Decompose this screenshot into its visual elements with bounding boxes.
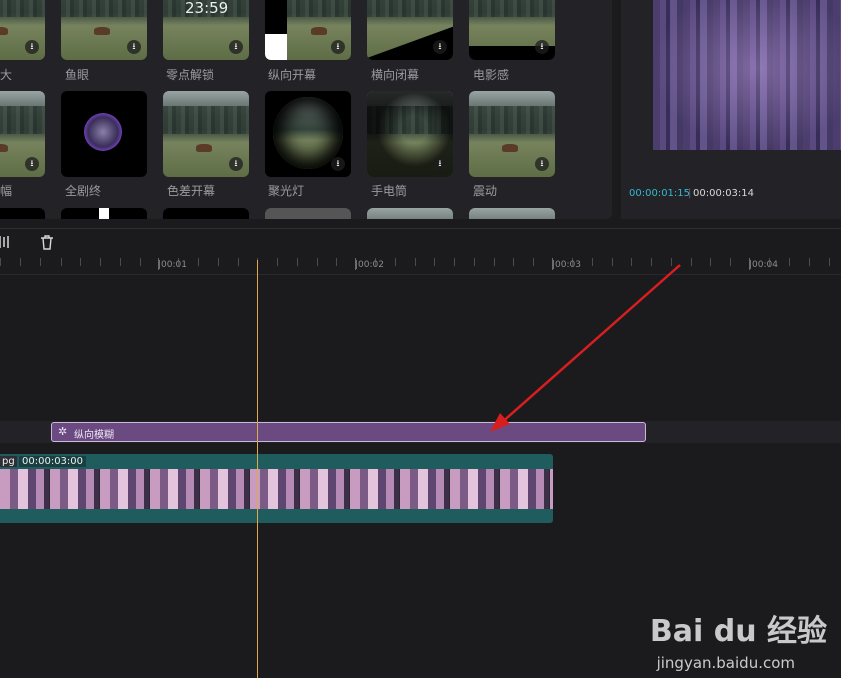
baidu-watermark-logo: Bai du 经验	[649, 614, 827, 649]
baidu-watermark-url: jingyan.baidu.com	[656, 654, 795, 672]
annotation-arrow	[490, 264, 681, 432]
